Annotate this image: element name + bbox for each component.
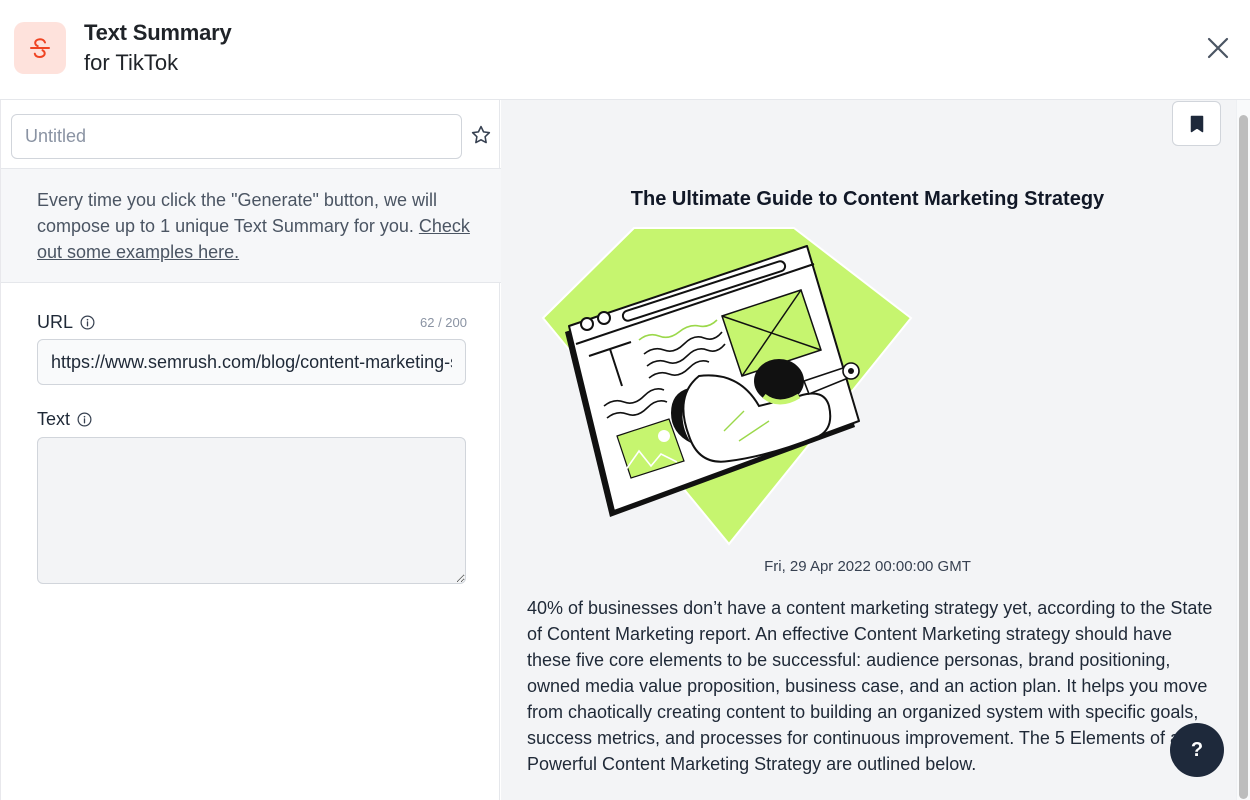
close-button[interactable] bbox=[1204, 34, 1232, 62]
strikethrough-s-icon bbox=[30, 38, 50, 59]
generate-info-box: Every time you click the "Generate" butt… bbox=[1, 169, 501, 283]
bookmark-icon bbox=[1190, 115, 1203, 132]
bookmark-button[interactable] bbox=[1172, 101, 1221, 146]
favorite-button[interactable] bbox=[470, 124, 492, 146]
title-block: Text Summary for TikTok bbox=[84, 18, 232, 78]
input-panel: Every time you click the "Generate" butt… bbox=[0, 100, 501, 800]
document-name-input[interactable] bbox=[11, 114, 462, 159]
article-illustration bbox=[541, 227, 913, 546]
help-button[interactable]: ? bbox=[1170, 723, 1224, 777]
url-label: URL bbox=[37, 311, 74, 332]
result-panel: The Ultimate Guide to Content Marketing … bbox=[501, 100, 1236, 800]
result-scrollbar[interactable] bbox=[1236, 100, 1250, 800]
close-icon bbox=[1207, 37, 1229, 59]
text-input[interactable] bbox=[37, 437, 466, 584]
summary-text: 40% of businesses don’t have a content m… bbox=[527, 598, 1213, 774]
url-char-counter: 62 / 200 bbox=[420, 314, 467, 330]
url-label-row: URL 62 / 200 bbox=[37, 310, 467, 334]
tool-title: Text Summary bbox=[84, 20, 232, 45]
article-title: The Ultimate Guide to Content Marketing … bbox=[630, 188, 1105, 210]
article-date: Fri, 29 Apr 2022 00:00:00 GMT bbox=[764, 558, 971, 575]
text-label: Text bbox=[37, 408, 71, 429]
input-form: URL 62 / 200 Text bbox=[1, 283, 501, 800]
document-name-row bbox=[1, 100, 501, 169]
tool-subtitle: for TikTok bbox=[84, 50, 179, 75]
scrollbar-thumb[interactable] bbox=[1239, 115, 1248, 799]
text-label-row: Text bbox=[37, 407, 467, 431]
info-icon[interactable] bbox=[77, 412, 92, 427]
app-logo bbox=[14, 22, 66, 74]
url-input[interactable] bbox=[37, 339, 466, 385]
header: Text Summary for TikTok bbox=[0, 0, 1250, 100]
star-outline-icon bbox=[471, 125, 491, 144]
generate-info-text: Every time you click the "Generate" butt… bbox=[37, 190, 437, 236]
info-icon[interactable] bbox=[80, 315, 95, 330]
